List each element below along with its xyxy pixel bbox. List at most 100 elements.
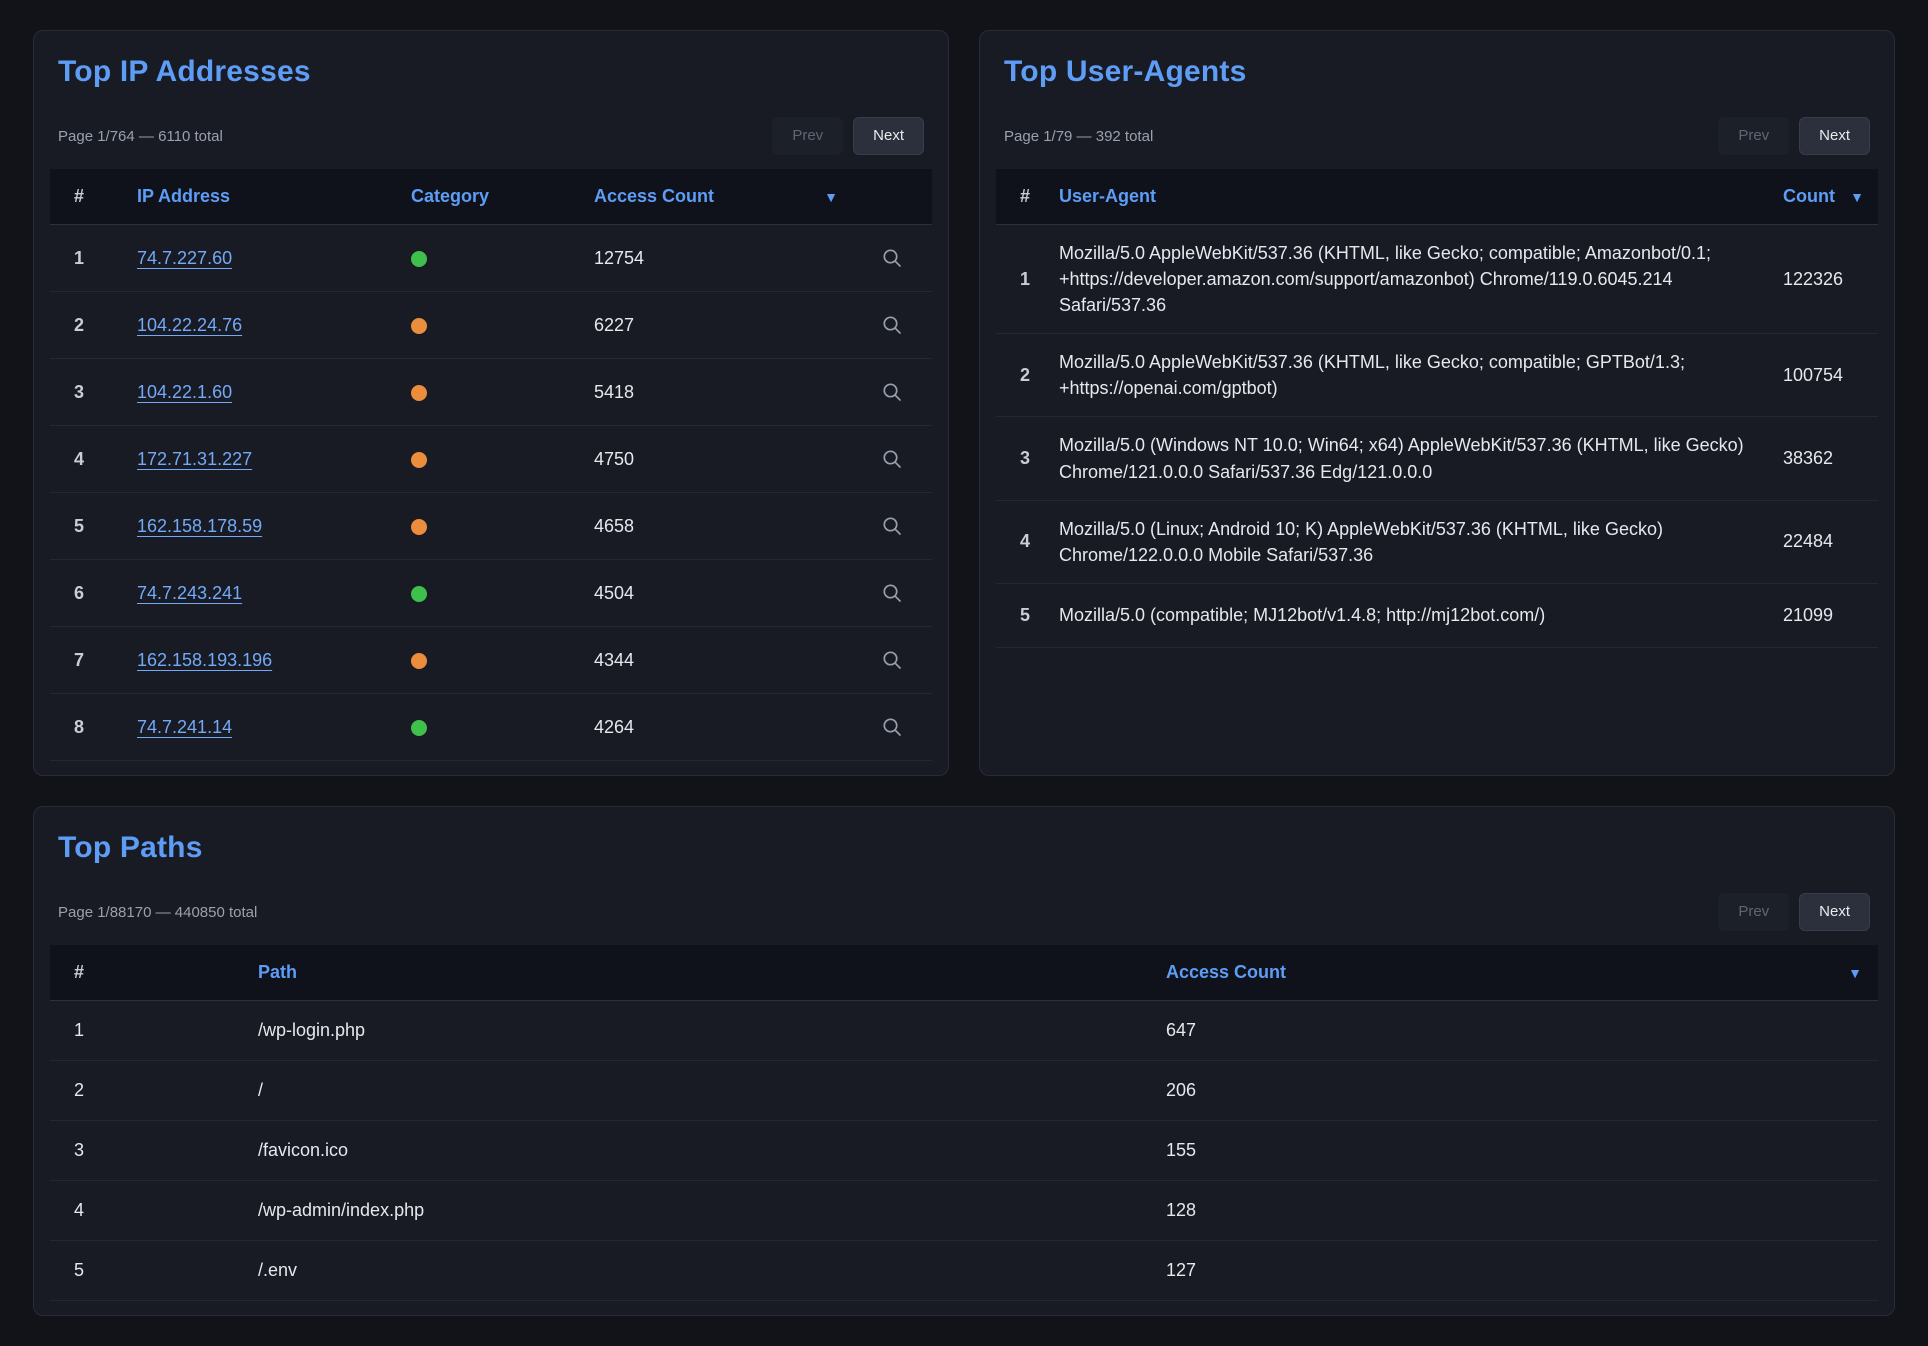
category-dot (411, 586, 427, 602)
pagination-status: Page 1/79 — 392 total (1004, 128, 1153, 145)
rank-cell: 7 (50, 650, 137, 671)
category-dot (411, 251, 427, 267)
table-row: 4 172.71.31.227 4750 (50, 426, 932, 493)
search-icon[interactable] (876, 242, 908, 274)
table-row: 7 162.158.193.196 4344 (50, 627, 932, 694)
ip-address-link[interactable]: 162.158.193.196 (137, 650, 272, 670)
ip-address-link[interactable]: 162.158.178.59 (137, 516, 262, 536)
table-row: 3 104.22.1.60 5418 (50, 359, 932, 426)
ip-address-link[interactable]: 74.7.243.241 (137, 583, 242, 603)
access-count-cell: 6227 (594, 315, 852, 336)
rank-cell: 2 (50, 1080, 258, 1101)
panel-toolbar: Page 1/88170 — 440850 total Prev Next (58, 893, 1870, 931)
access-count-cell: 155 (1166, 1140, 1878, 1161)
search-icon[interactable] (876, 376, 908, 408)
top-paths-panel: Top Paths Page 1/88170 — 440850 total Pr… (33, 806, 1895, 1316)
path-cell: /.env (258, 1260, 1166, 1281)
prev-page-button[interactable]: Prev (772, 117, 843, 155)
table-header: # User-Agent Count ▼ (996, 169, 1878, 225)
user-agent-table: # User-Agent Count ▼ 1 Mozilla/5.0 Apple… (996, 169, 1878, 648)
user-agent-cell: Mozilla/5.0 AppleWebKit/537.36 (KHTML, l… (1059, 349, 1783, 401)
path-cell: /wp-admin/index.php (258, 1200, 1166, 1221)
table-row: 3 Mozilla/5.0 (Windows NT 10.0; Win64; x… (996, 417, 1878, 500)
panel-toolbar: Page 1/79 — 392 total Prev Next (1004, 117, 1870, 155)
ip-table: # IP Address Category Access Count ▼ 1 7… (50, 169, 932, 761)
next-page-button[interactable]: Next (853, 117, 924, 155)
column-header-label: Count (1783, 186, 1835, 207)
ip-address-link[interactable]: 104.22.24.76 (137, 315, 242, 335)
panel-toolbar: Page 1/764 — 6110 total Prev Next (58, 117, 924, 155)
count-cell: 21099 (1783, 605, 1878, 626)
access-count-cell: 128 (1166, 1200, 1878, 1221)
panel-title: Top User-Agents (1004, 55, 1878, 89)
access-count-cell: 12754 (594, 248, 852, 269)
column-header-label: Access Count (594, 186, 714, 207)
next-page-button[interactable]: Next (1799, 117, 1870, 155)
sort-desc-icon: ▼ (1848, 965, 1862, 981)
access-count-cell: 647 (1166, 1020, 1878, 1041)
search-icon[interactable] (876, 443, 908, 475)
access-count-cell: 127 (1166, 1260, 1878, 1281)
rank-cell: 4 (50, 449, 137, 470)
count-cell: 22484 (1783, 531, 1878, 552)
rank-cell: 8 (50, 717, 137, 738)
search-icon[interactable] (876, 711, 908, 743)
column-header-access-count[interactable]: Access Count ▼ (594, 186, 852, 207)
ip-address-link[interactable]: 104.22.1.60 (137, 382, 232, 402)
count-cell: 122326 (1783, 269, 1878, 290)
category-dot (411, 720, 427, 736)
path-cell: /favicon.ico (258, 1140, 1166, 1161)
rank-cell: 1 (50, 1020, 258, 1041)
column-header-access-count[interactable]: Access Count ▼ (1166, 962, 1878, 983)
panel-title: Top IP Addresses (58, 55, 932, 89)
category-dot (411, 385, 427, 401)
search-icon[interactable] (876, 577, 908, 609)
access-count-cell: 206 (1166, 1080, 1878, 1101)
table-header: # IP Address Category Access Count ▼ (50, 169, 932, 225)
table-row: 4 /wp-admin/index.php 128 (50, 1181, 1878, 1241)
table-row: 6 74.7.243.241 4504 (50, 560, 932, 627)
user-agent-cell: Mozilla/5.0 (Windows NT 10.0; Win64; x64… (1059, 432, 1783, 484)
column-header-count[interactable]: Count ▼ (1783, 186, 1878, 207)
column-header-path: Path (258, 962, 1166, 983)
search-icon[interactable] (876, 644, 908, 676)
table-row: 4 Mozilla/5.0 (Linux; Android 10; K) App… (996, 501, 1878, 584)
access-count-cell: 4264 (594, 717, 852, 738)
user-agent-cell: Mozilla/5.0 (compatible; MJ12bot/v1.4.8;… (1059, 602, 1783, 628)
count-cell: 38362 (1783, 448, 1878, 469)
prev-page-button[interactable]: Prev (1718, 117, 1789, 155)
table-row: 1 /wp-login.php 647 (50, 1001, 1878, 1061)
table-row: 5 Mozilla/5.0 (compatible; MJ12bot/v1.4.… (996, 584, 1878, 648)
count-cell: 100754 (1783, 365, 1878, 386)
access-count-cell: 4344 (594, 650, 852, 671)
panel-title: Top Paths (58, 831, 1878, 865)
access-count-cell: 4750 (594, 449, 852, 470)
category-dot (411, 519, 427, 535)
search-icon[interactable] (876, 309, 908, 341)
table-row: 5 162.158.178.59 4658 (50, 493, 932, 560)
access-count-cell: 4658 (594, 516, 852, 537)
column-header-label: Access Count (1166, 962, 1286, 983)
table-row: 2 Mozilla/5.0 AppleWebKit/537.36 (KHTML,… (996, 334, 1878, 417)
ip-address-link[interactable]: 172.71.31.227 (137, 449, 252, 469)
rank-cell: 3 (996, 448, 1059, 469)
table-row: 8 74.7.241.14 4264 (50, 694, 932, 761)
table-row: 2 104.22.24.76 6227 (50, 292, 932, 359)
prev-page-button[interactable]: Prev (1718, 893, 1789, 931)
table-row: 3 /favicon.ico 155 (50, 1121, 1878, 1181)
pagination-status: Page 1/88170 — 440850 total (58, 904, 257, 921)
top-row: Top IP Addresses Page 1/764 — 6110 total… (33, 30, 1895, 776)
access-count-cell: 5418 (594, 382, 852, 403)
rank-cell: 6 (50, 583, 137, 604)
next-page-button[interactable]: Next (1799, 893, 1870, 931)
rank-cell: 5 (50, 1260, 258, 1281)
user-agent-cell: Mozilla/5.0 (Linux; Android 10; K) Apple… (1059, 516, 1783, 568)
rank-cell: 1 (996, 269, 1059, 290)
search-icon[interactable] (876, 510, 908, 542)
ip-address-link[interactable]: 74.7.227.60 (137, 248, 232, 268)
rank-cell: 5 (50, 516, 137, 537)
pager: Prev Next (772, 117, 924, 155)
column-header-rank: # (50, 962, 258, 983)
table-header: # Path Access Count ▼ (50, 945, 1878, 1001)
ip-address-link[interactable]: 74.7.241.14 (137, 717, 232, 737)
